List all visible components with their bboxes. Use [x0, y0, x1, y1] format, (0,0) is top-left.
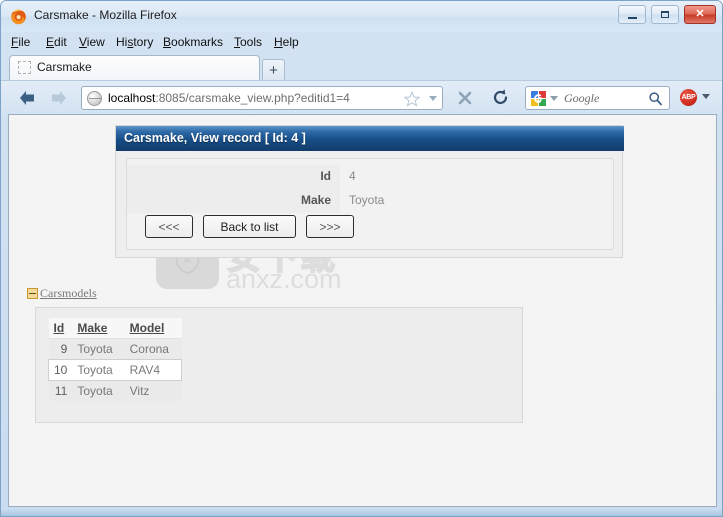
- previous-record-button[interactable]: <<<: [145, 215, 193, 238]
- adblock-plus-icon[interactable]: ABP: [680, 89, 697, 106]
- record-panel: Carsmake, View record [ Id: 4 ] Id 4 Mak…: [115, 125, 624, 258]
- window-minimize-button[interactable]: [618, 5, 646, 24]
- field-value-make: Toyota: [349, 193, 385, 207]
- menu-item-file[interactable]: File: [11, 35, 30, 49]
- minimize-icon: [619, 6, 645, 23]
- table-header-row: Id Make Model: [48, 318, 182, 339]
- placeholder-favicon-icon: [18, 61, 31, 74]
- window-title-bar: Carsmake - Mozilla Firefox ✕: [1, 1, 722, 32]
- stop-x-icon[interactable]: [456, 89, 474, 107]
- menu-item-tools[interactable]: Tools: [234, 35, 262, 49]
- window-title: Carsmake - Mozilla Firefox: [34, 8, 177, 22]
- chevron-down-icon[interactable]: [550, 96, 558, 101]
- table-row[interactable]: 11 Toyota Vitz: [48, 380, 182, 401]
- reload-icon[interactable]: [491, 88, 510, 107]
- column-header-model[interactable]: Model: [124, 318, 182, 339]
- tab-carsmake[interactable]: Carsmake: [9, 55, 260, 80]
- cell-id: 11: [48, 380, 73, 401]
- carsmodels-table: Id Make Model 9 Toyota Corona 10 Toyota …: [48, 318, 182, 401]
- table-row[interactable]: 10 Toyota RAV4: [48, 359, 182, 381]
- cell-model: RAV4: [124, 359, 182, 381]
- new-tab-button[interactable]: +: [262, 59, 285, 80]
- menu-item-history[interactable]: History: [116, 35, 153, 49]
- firefox-icon: [10, 8, 27, 25]
- url-path: :8085/carsmake_view.php?editid1=4: [155, 91, 350, 105]
- url-address-bar[interactable]: localhost:8085/carsmake_view.php?editid1…: [81, 86, 443, 110]
- column-header-make[interactable]: Make: [72, 318, 125, 339]
- collapse-minus-icon[interactable]: [27, 287, 38, 299]
- cell-make: Toyota: [72, 338, 125, 360]
- field-label-make: Make: [127, 189, 340, 213]
- magnifier-icon[interactable]: [648, 91, 663, 106]
- tab-strip: Carsmake +: [1, 53, 722, 80]
- cell-make: Toyota: [72, 380, 125, 401]
- table-row[interactable]: 9 Toyota Corona: [48, 338, 182, 360]
- cell-model: Corona: [124, 338, 182, 360]
- menu-item-bookmarks[interactable]: Bookmarks: [163, 35, 223, 49]
- field-label-id: Id: [127, 165, 340, 189]
- url-text: localhost:8085/carsmake_view.php?editid1…: [108, 91, 350, 105]
- field-value-id: 4: [349, 169, 356, 183]
- carsmodels-toggle-link[interactable]: Carsmodels: [27, 285, 97, 301]
- record-fields: Id 4 Make Toyota <<< Back to list >>>: [126, 158, 614, 250]
- search-box[interactable]: Google: [525, 86, 670, 110]
- watermark-url-text: anxz.com: [226, 264, 342, 294]
- window-bottom-edge: [1, 510, 722, 516]
- back-to-list-button[interactable]: Back to list: [203, 215, 296, 238]
- cell-model: Vitz: [124, 380, 182, 401]
- column-header-id[interactable]: Id: [48, 318, 73, 339]
- browser-window: Carsmake - Mozilla Firefox ✕ File Edit V…: [0, 0, 723, 517]
- menu-item-help[interactable]: Help: [274, 35, 299, 49]
- field-row-make: Make Toyota: [127, 189, 615, 213]
- menu-item-view[interactable]: View: [79, 35, 105, 49]
- next-record-button[interactable]: >>>: [306, 215, 354, 238]
- window-close-button[interactable]: ✕: [684, 5, 716, 24]
- plus-icon: +: [269, 61, 278, 79]
- google-icon: [531, 91, 546, 106]
- record-button-row: <<< Back to list >>>: [145, 215, 595, 241]
- star-bookmark-icon[interactable]: [403, 90, 421, 108]
- page-content-area: 安 安下载 anxz.com Carsmake, View record [ I…: [8, 114, 717, 507]
- chevron-down-icon[interactable]: [429, 96, 437, 101]
- cell-id: 10: [48, 359, 73, 381]
- navigation-toolbar: localhost:8085/carsmake_view.php?editid1…: [1, 80, 722, 114]
- back-arrow-icon[interactable]: [17, 89, 37, 107]
- cell-make: Toyota: [72, 359, 125, 381]
- maximize-icon: [652, 6, 678, 23]
- window-maximize-button[interactable]: [651, 5, 679, 24]
- close-icon: ✕: [695, 8, 705, 20]
- field-row-id: Id 4: [127, 165, 615, 189]
- record-panel-title: Carsmake, View record [ Id: 4 ]: [116, 126, 624, 151]
- cell-id: 9: [48, 338, 73, 360]
- carsmodels-panel: Id Make Model 9 Toyota Corona 10 Toyota …: [35, 307, 523, 423]
- globe-icon: [87, 91, 102, 106]
- chevron-down-icon[interactable]: [702, 94, 710, 99]
- url-host: localhost: [108, 91, 156, 105]
- adblock-label: ABP: [681, 94, 696, 101]
- menu-item-edit[interactable]: Edit: [46, 35, 67, 49]
- tab-label: Carsmake: [37, 60, 92, 74]
- carsmodels-link-label: Carsmodels: [40, 285, 97, 300]
- search-placeholder-text: Google: [564, 91, 600, 105]
- forward-arrow-icon[interactable]: [49, 89, 69, 107]
- menu-bar: File Edit View History Bookmarks Tools H…: [1, 32, 722, 53]
